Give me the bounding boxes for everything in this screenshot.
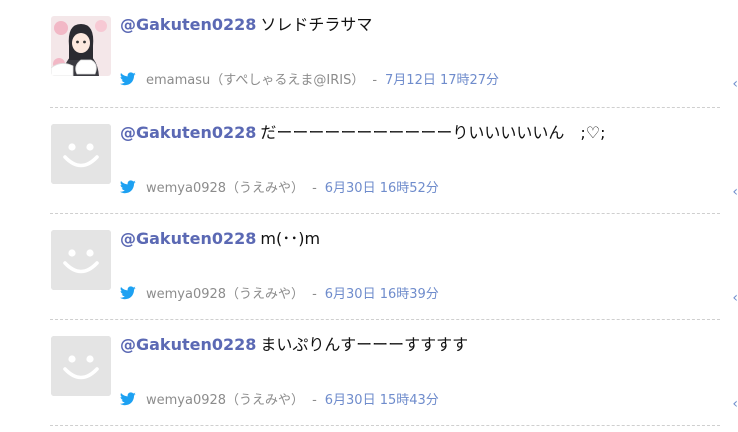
tweet-body: @Gakuten0228 まいぷりんすーーーすすすす (120, 333, 710, 357)
twitter-bird-icon (120, 72, 136, 86)
tweet-body: @Gakuten0228 ソレドチラサマ (120, 13, 710, 37)
username[interactable]: wemya0928 (146, 181, 226, 196)
timestamp-link[interactable]: 6月30日 15時43分 (325, 393, 439, 408)
tweet-item: @Gakuten0228 まいぷりんすーーーすすすす wemya0928（うえみや… (50, 320, 738, 426)
username[interactable]: wemya0928 (146, 287, 226, 302)
display-name: （うえみや） (226, 181, 305, 196)
twitter-bird-icon (120, 392, 136, 406)
timestamp-link[interactable]: 6月30日 16時52分 (325, 181, 439, 196)
anime-avatar-icon (51, 16, 111, 76)
mention-link[interactable]: @Gakuten0228 (120, 335, 256, 354)
chevron-left-icon[interactable]: ‹ (732, 76, 738, 92)
timestamp-link[interactable]: 6月30日 16時39分 (325, 287, 439, 302)
display-name: （すぺしゃるえま@IRIS） (210, 73, 365, 88)
chevron-left-icon[interactable]: ‹ (732, 290, 738, 306)
chevron-left-icon[interactable]: ‹ (732, 184, 738, 200)
tweet-text: m(･･)m (260, 229, 321, 248)
tweet-body: @Gakuten0228 だーーーーーーーーーーーりいいいいいん ;♡; (120, 121, 710, 145)
username[interactable]: emamasu (146, 73, 210, 88)
timestamp-link[interactable]: 7月12日 17時27分 (385, 73, 499, 88)
avatar[interactable] (51, 336, 111, 396)
tweet-meta: wemya0928（うえみや） -6月30日 16時39分 (120, 286, 439, 304)
avatar[interactable] (51, 16, 111, 76)
twitter-bird-icon (120, 286, 136, 300)
smiley-avatar-icon (51, 336, 111, 396)
smiley-avatar-icon (51, 230, 111, 290)
separator: - (372, 73, 378, 88)
tweet-item: @Gakuten0228 だーーーーーーーーーーーりいいいいいん ;♡; wemy… (50, 108, 738, 214)
tweet-item: @Gakuten0228 m(･･)m wemya0928（うえみや） -6月30日… (50, 214, 738, 320)
mention-link[interactable]: @Gakuten0228 (120, 123, 256, 142)
separator: - (312, 287, 317, 302)
display-name: （うえみや） (226, 393, 305, 408)
tweet-text: ソレドチラサマ (260, 15, 373, 34)
tweet-meta: wemya0928（うえみや） -6月30日 15時43分 (120, 392, 439, 410)
tweet-feed: @Gakuten0228 ソレドチラサマ emamasu（すぺしゃるえま@IRIS… (50, 0, 738, 426)
separator: - (312, 393, 317, 408)
username[interactable]: wemya0928 (146, 393, 226, 408)
tweet-body: @Gakuten0228 m(･･)m (120, 227, 710, 251)
twitter-bird-icon (120, 180, 136, 194)
mention-link[interactable]: @Gakuten0228 (120, 229, 256, 248)
tweet-meta: emamasu（すぺしゃるえま@IRIS） -7月12日 17時27分 (120, 72, 499, 90)
display-name: （うえみや） (226, 287, 305, 302)
tweet-text: まいぷりんすーーーすすすす (260, 335, 469, 354)
smiley-avatar-icon (51, 124, 111, 184)
separator: - (312, 181, 317, 196)
avatar[interactable] (51, 124, 111, 184)
tweet-meta: wemya0928（うえみや） -6月30日 16時52分 (120, 180, 439, 198)
tweet-text: だーーーーーーーーーーーりいいいいいん ;♡; (260, 123, 606, 142)
mention-link[interactable]: @Gakuten0228 (120, 15, 256, 34)
avatar[interactable] (51, 230, 111, 290)
tweet-item: @Gakuten0228 ソレドチラサマ emamasu（すぺしゃるえま@IRIS… (50, 0, 738, 108)
chevron-left-icon[interactable]: ‹ (732, 396, 738, 412)
